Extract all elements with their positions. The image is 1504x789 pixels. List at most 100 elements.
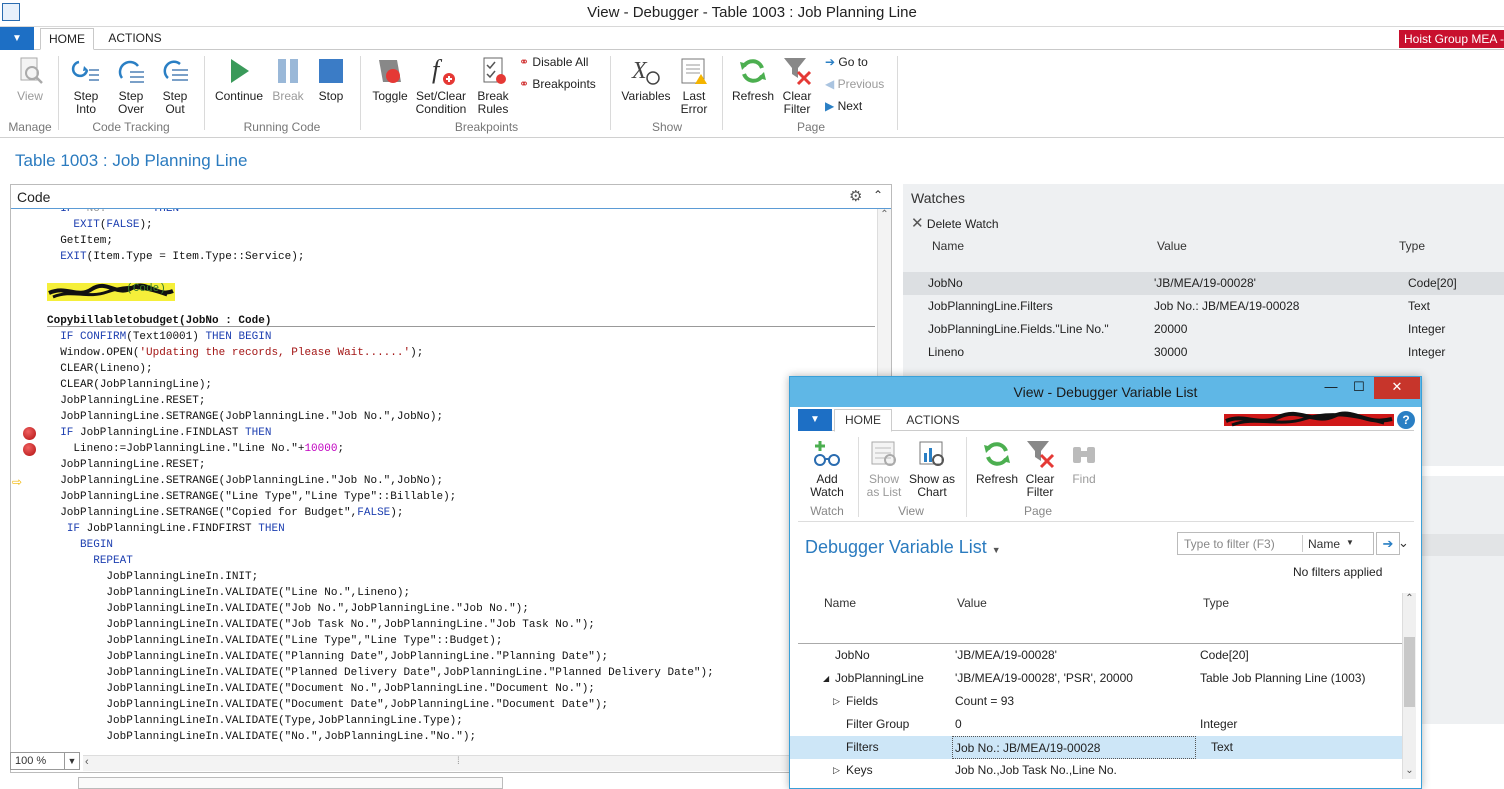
- var-col-type[interactable]: Type: [1203, 596, 1229, 610]
- var-col-name[interactable]: Name: [824, 596, 856, 610]
- dialog-tab-actions[interactable]: ACTIONS: [898, 409, 968, 431]
- code-editor[interactable]: IF "No." = '' THEN EXIT(FALSE); GetItem;…: [47, 209, 875, 755]
- collapse-chevron-icon[interactable]: ⌃: [873, 188, 883, 202]
- company-badge[interactable]: Hoist Group MEA -: [1399, 30, 1504, 48]
- step-over-button[interactable]: Step Over: [111, 56, 151, 116]
- view-button[interactable]: View: [10, 56, 50, 103]
- code-line[interactable]: IF JobPlanningLine.FINDLAST THEN: [47, 425, 875, 441]
- code-line[interactable]: JobPlanningLineIn.VALIDATE("No.",JobPlan…: [47, 729, 875, 745]
- table-row[interactable]: JobPlanningLine.Filters Job No.: JB/MEA/…: [903, 295, 1504, 318]
- code-line[interactable]: Window.OPEN('Updating the records, Pleas…: [47, 345, 875, 361]
- table-row[interactable]: Lineno 30000 Integer: [903, 341, 1504, 364]
- scroll-thumb[interactable]: [1404, 637, 1415, 707]
- code-line[interactable]: EXIT(Item.Type = Item.Type::Service);: [47, 249, 875, 265]
- toggle-button[interactable]: Toggle: [369, 56, 411, 103]
- show-as-list-button[interactable]: Show as List: [865, 439, 903, 499]
- code-line[interactable]: JobPlanningLine.RESET;: [47, 393, 875, 409]
- code-line[interactable]: [47, 297, 875, 313]
- clear-filter-button[interactable]: Clear Filter: [779, 56, 815, 116]
- code-line[interactable]: GetItem;: [47, 233, 875, 249]
- code-line[interactable]: JobPlanningLine.SETRANGE(JobPlanningLine…: [47, 409, 875, 425]
- variable-list-scrollbar[interactable]: ⌃ ⌄: [1402, 593, 1416, 779]
- code-line[interactable]: [47, 265, 875, 281]
- stop-button[interactable]: Stop: [313, 56, 349, 103]
- code-line[interactable]: CLEAR(Lineno);: [47, 361, 875, 377]
- filter-field-dropdown-icon[interactable]: ▼: [1346, 538, 1354, 547]
- code-line[interactable]: REPEAT: [47, 553, 875, 569]
- scroll-up-icon[interactable]: ⌃: [878, 209, 891, 220]
- table-row[interactable]: JobNo 'JB/MEA/19-00028' Code[20]: [790, 644, 1402, 667]
- code-horizontal-scrollbar[interactable]: ‹ ⁞: [83, 755, 877, 771]
- delete-watch-button[interactable]: ✕ Delete Watch: [911, 214, 999, 232]
- code-line[interactable]: JobPlanningLineIn.VALIDATE("Planned Deli…: [47, 665, 875, 681]
- next-button[interactable]: ▶ Next: [825, 99, 862, 113]
- code-line[interactable]: JobPlanningLineIn.VALIDATE("Document No.…: [47, 681, 875, 697]
- scroll-up-icon[interactable]: ⌃: [1403, 593, 1416, 604]
- last-error-button[interactable]: Last Error: [677, 56, 711, 116]
- var-col-value[interactable]: Value: [957, 596, 987, 610]
- dialog-refresh-button[interactable]: Refresh: [974, 439, 1020, 486]
- close-icon[interactable]: ✕: [1374, 377, 1420, 399]
- table-row[interactable]: Filter Group 0 Integer: [790, 713, 1402, 736]
- break-button[interactable]: Break: [270, 56, 306, 103]
- scroll-down-icon[interactable]: ⌄: [1403, 765, 1416, 776]
- filter-field-select[interactable]: Name: [1308, 537, 1340, 551]
- step-out-button[interactable]: Step Out: [155, 56, 195, 116]
- code-line[interactable]: JobPlanningLineIn.VALIDATE("Planning Dat…: [47, 649, 875, 665]
- refresh-button[interactable]: Refresh: [731, 56, 775, 103]
- table-row[interactable]: ▷ Keys Job No.,Job Task No.,Line No.: [790, 759, 1402, 782]
- minimize-icon[interactable]: —: [1318, 377, 1344, 399]
- table-row[interactable]: JobNo 'JB/MEA/19-00028' Code[20]: [903, 272, 1504, 295]
- code-line[interactable]: (Code): [47, 281, 875, 297]
- dialog-clear-filter-button[interactable]: Clear Filter: [1022, 439, 1058, 499]
- apply-filter-arrow-icon[interactable]: ➔: [1376, 532, 1400, 555]
- help-icon[interactable]: ?: [1397, 411, 1415, 429]
- continue-button[interactable]: Continue: [212, 56, 266, 103]
- tab-home[interactable]: HOME: [40, 28, 94, 50]
- code-line[interactable]: Lineno:=JobPlanningLine."Line No."+10000…: [47, 441, 875, 457]
- code-line[interactable]: EXIT(FALSE);: [47, 217, 875, 233]
- table-row[interactable]: ◢ JobPlanningLine 'JB/MEA/19-00028', 'PS…: [790, 667, 1402, 690]
- code-line[interactable]: JobPlanningLine.SETRANGE("Copied for Bud…: [47, 505, 875, 521]
- filter-input[interactable]: Type to filter (F3): [1184, 537, 1275, 551]
- dialog-tab-home[interactable]: HOME: [834, 409, 892, 432]
- application-menu-button[interactable]: ▼: [0, 27, 34, 50]
- variables-button[interactable]: X Variables: [619, 56, 673, 103]
- code-line[interactable]: JobPlanningLine.SETRANGE("Line Type","Li…: [47, 489, 875, 505]
- code-line[interactable]: IF "No." = '' THEN: [47, 209, 875, 217]
- code-line[interactable]: JobPlanningLineIn.INIT;: [47, 569, 875, 585]
- code-line[interactable]: IF CONFIRM(Text10001) THEN BEGIN: [47, 329, 875, 345]
- code-line[interactable]: JobPlanningLineIn.VALIDATE("Job No.",Job…: [47, 601, 875, 617]
- expand-triangle-icon[interactable]: ▷: [833, 759, 840, 782]
- previous-button[interactable]: ◀ Previous: [825, 77, 884, 91]
- break-rules-button[interactable]: Break Rules: [473, 56, 513, 116]
- code-line[interactable]: JobPlanningLine.RESET;: [47, 457, 875, 473]
- show-as-chart-button[interactable]: Show as Chart: [907, 439, 957, 499]
- expand-chevron-icon[interactable]: ⌄: [1398, 535, 1409, 551]
- dialog-menu-dropdown-icon[interactable]: ▼: [798, 409, 832, 431]
- table-row[interactable]: ▷ Fields Count = 93: [790, 690, 1402, 713]
- code-line[interactable]: CLEAR(JobPlanningLine);: [47, 377, 875, 393]
- find-button[interactable]: Find: [1066, 439, 1102, 486]
- step-into-button[interactable]: Step Into: [66, 56, 106, 116]
- code-line[interactable]: Copybillabletobudget(JobNo : Code): [47, 313, 875, 329]
- watch-col-value[interactable]: Value: [1157, 239, 1187, 253]
- expand-triangle-icon[interactable]: ▷: [833, 690, 840, 713]
- collapse-triangle-icon[interactable]: ◢: [823, 667, 829, 690]
- code-line[interactable]: JobPlanningLineIn.VALIDATE("Job Task No.…: [47, 617, 875, 633]
- breakpoint-icon[interactable]: [23, 443, 36, 456]
- set-clear-condition-button[interactable]: f Set/Clear Condition: [413, 55, 469, 116]
- code-line[interactable]: JobPlanningLineIn.VALIDATE("Document Dat…: [47, 697, 875, 713]
- add-watch-button[interactable]: Add Watch: [804, 439, 850, 499]
- code-line[interactable]: JobPlanningLine.SETRANGE(JobPlanningLine…: [47, 473, 875, 489]
- maximize-icon[interactable]: ☐: [1346, 377, 1372, 399]
- code-line[interactable]: BEGIN: [47, 537, 875, 553]
- code-line[interactable]: JobPlanningLineIn.VALIDATE(Type,JobPlann…: [47, 713, 875, 729]
- variable-list-title[interactable]: Debugger Variable List ▼: [805, 537, 1001, 558]
- code-line[interactable]: JobPlanningLineIn.VALIDATE("Line No.",Li…: [47, 585, 875, 601]
- zoom-dropdown-icon[interactable]: ▼: [64, 752, 80, 770]
- table-row[interactable]: JobPlanningLine.Fields."Line No." 20000 …: [903, 318, 1504, 341]
- scroll-left-icon[interactable]: ‹: [85, 756, 89, 768]
- table-row-selected[interactable]: Filters Job No.: JB/MEA/19-00028 Text: [790, 736, 1402, 759]
- tab-actions[interactable]: ACTIONS: [100, 28, 170, 50]
